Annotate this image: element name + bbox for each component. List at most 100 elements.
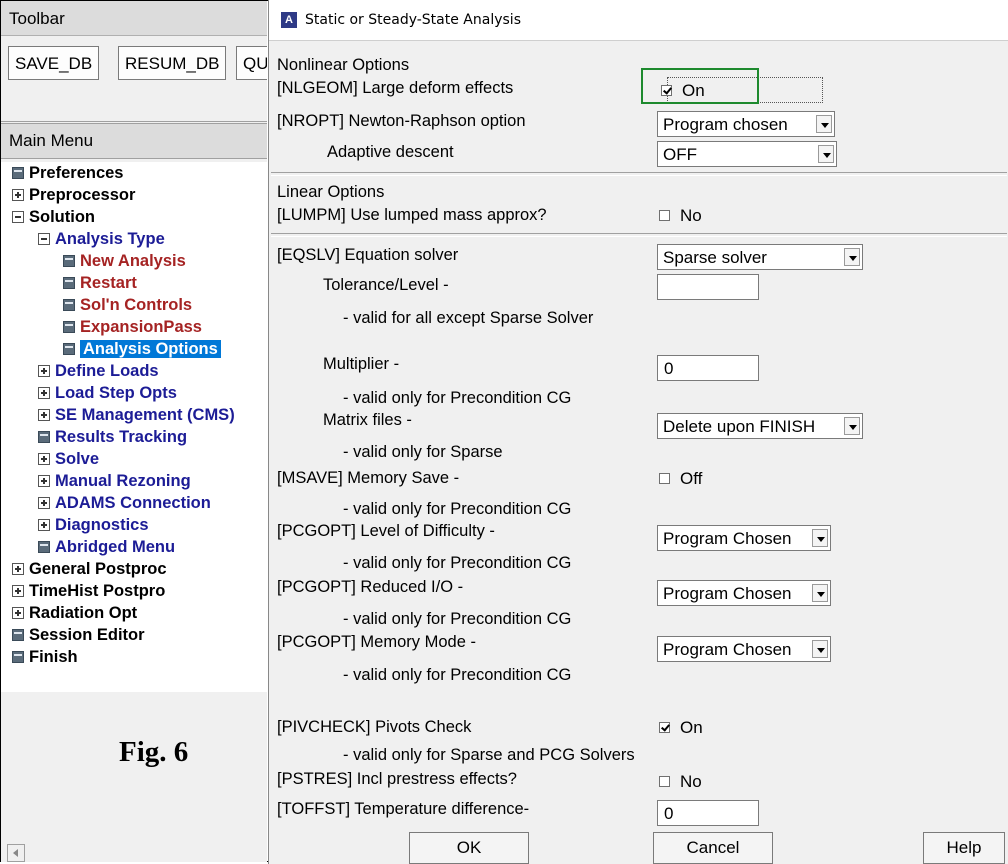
menu-item-session-editor[interactable]: Session Editor bbox=[12, 624, 145, 646]
chevron-down-icon bbox=[812, 640, 828, 658]
menu-item-radiation-opt[interactable]: Radiation Opt bbox=[12, 602, 137, 624]
menu-item-solution[interactable]: Solution bbox=[12, 206, 95, 228]
msave-note: - valid only for Precondition CG bbox=[343, 500, 572, 518]
toffst-label: [TOFFST] Temperature difference- bbox=[277, 800, 530, 818]
msave-checkbox[interactable]: Off bbox=[659, 469, 702, 489]
menu-item-finish[interactable]: Finish bbox=[12, 646, 78, 668]
menu-leaf-icon bbox=[12, 629, 24, 641]
menu-item-adams-connection[interactable]: ADAMS Connection bbox=[38, 492, 211, 514]
tolerance-note: - valid for all except Sparse Solver bbox=[343, 309, 594, 327]
expand-icon[interactable] bbox=[12, 563, 24, 575]
menu-item-se-management[interactable]: SE Management (CMS) bbox=[38, 404, 235, 426]
chevron-down-icon bbox=[818, 145, 834, 163]
toffst-input[interactable]: 0 bbox=[657, 800, 759, 826]
menu-item-analysis-options[interactable]: Analysis Options bbox=[63, 338, 221, 360]
menu-item-restart[interactable]: Restart bbox=[63, 272, 137, 294]
chevron-down-icon bbox=[812, 529, 828, 547]
expand-icon[interactable] bbox=[38, 497, 50, 509]
menu-item-results-tracking[interactable]: Results Tracking bbox=[38, 426, 187, 448]
menu-leaf-icon bbox=[63, 343, 75, 355]
left-panel: Toolbar SAVE_DB RESUM_DB QU Main Menu Pr… bbox=[1, 1, 267, 862]
menu-item-general-postproc[interactable]: General Postproc bbox=[12, 558, 167, 580]
toolbar-area: SAVE_DB RESUM_DB QU bbox=[1, 36, 267, 122]
quit-button[interactable]: QU bbox=[236, 46, 267, 80]
main-menu-title: Main Menu bbox=[9, 131, 94, 150]
pcgopt-mem-dropdown[interactable]: Program Chosen bbox=[657, 636, 831, 662]
pcgopt-level-label: [PCGOPT] Level of Difficulty - bbox=[277, 522, 495, 540]
pcgopt-level-dropdown[interactable]: Program Chosen bbox=[657, 525, 831, 551]
menu-leaf-icon bbox=[12, 167, 24, 179]
lumpm-label: [LUMPM] Use lumped mass approx? bbox=[277, 206, 547, 224]
pivcheck-label: [PIVCHECK] Pivots Check bbox=[277, 718, 472, 736]
expand-icon[interactable] bbox=[38, 365, 50, 377]
expand-icon[interactable] bbox=[12, 607, 24, 619]
tolerance-input[interactable] bbox=[657, 274, 759, 300]
checkbox-checked-icon bbox=[659, 722, 670, 733]
matrix-files-dropdown[interactable]: Delete upon FINISH bbox=[657, 413, 863, 439]
menu-item-timehist-postpro[interactable]: TimeHist Postpro bbox=[12, 580, 165, 602]
eqslv-label: [EQSLV] Equation solver bbox=[277, 246, 459, 264]
analysis-dialog: A Static or Steady-State Analysis Nonlin… bbox=[268, 0, 1008, 864]
nropt-dropdown[interactable]: Program chosen bbox=[657, 111, 835, 137]
expand-icon[interactable] bbox=[38, 519, 50, 531]
chevron-down-icon bbox=[816, 115, 832, 133]
expand-icon[interactable] bbox=[38, 387, 50, 399]
linear-options-header: Linear Options bbox=[277, 183, 385, 201]
pcgopt-io-note: - valid only for Precondition CG bbox=[343, 610, 572, 628]
lumpm-checkbox[interactable]: No bbox=[659, 206, 702, 226]
pstres-label: [PSTRES] Incl prestress effects? bbox=[277, 770, 517, 788]
figure-label: Fig. 6 bbox=[119, 736, 189, 768]
pivcheck-checkbox[interactable]: On bbox=[659, 718, 703, 738]
menu-item-analysis-type[interactable]: Analysis Type bbox=[38, 228, 165, 250]
menu-item-expansion-pass[interactable]: ExpansionPass bbox=[63, 316, 202, 338]
cancel-button[interactable]: Cancel bbox=[653, 832, 773, 864]
separator bbox=[271, 233, 1007, 237]
menu-item-diagnostics[interactable]: Diagnostics bbox=[38, 514, 149, 536]
main-menu-title-bar: Main Menu bbox=[1, 123, 267, 159]
pcgopt-io-label: [PCGOPT] Reduced I/O - bbox=[277, 578, 464, 596]
msave-label: [MSAVE] Memory Save - bbox=[277, 469, 460, 487]
pcgopt-level-note: - valid only for Precondition CG bbox=[343, 554, 572, 572]
pivcheck-note: - valid only for Sparse and PCG Solvers bbox=[343, 746, 635, 764]
collapse-icon[interactable] bbox=[12, 211, 24, 223]
help-button[interactable]: Help bbox=[923, 832, 1005, 864]
menu-leaf-icon bbox=[38, 541, 50, 553]
menu-item-preprocessor[interactable]: Preprocessor bbox=[12, 184, 135, 206]
separator bbox=[271, 172, 1007, 176]
eqslv-dropdown[interactable]: Sparse solver bbox=[657, 244, 863, 270]
pcgopt-mem-label: [PCGOPT] Memory Mode - bbox=[277, 633, 476, 651]
menu-item-manual-rezoning[interactable]: Manual Rezoning bbox=[38, 470, 191, 492]
menu-item-solve[interactable]: Solve bbox=[38, 448, 99, 470]
scroll-left-arrow-icon[interactable] bbox=[7, 844, 25, 862]
pcgopt-io-dropdown[interactable]: Program Chosen bbox=[657, 580, 831, 606]
multiplier-input[interactable]: 0 bbox=[657, 355, 759, 381]
tolerance-label: Tolerance/Level - bbox=[323, 276, 449, 294]
pstres-checkbox[interactable]: No bbox=[659, 772, 702, 792]
menu-item-abridged-menu[interactable]: Abridged Menu bbox=[38, 536, 175, 558]
resum-db-button[interactable]: RESUM_DB bbox=[118, 46, 227, 80]
ok-button[interactable]: OK bbox=[409, 832, 529, 864]
multiplier-note: - valid only for Precondition CG bbox=[343, 389, 572, 407]
expand-icon[interactable] bbox=[12, 585, 24, 597]
menu-item-define-loads[interactable]: Define Loads bbox=[38, 360, 159, 382]
expand-icon[interactable] bbox=[38, 475, 50, 487]
dialog-title: Static or Steady-State Analysis bbox=[305, 12, 521, 28]
chevron-down-icon bbox=[844, 248, 860, 266]
menu-item-soln-controls[interactable]: Sol'n Controls bbox=[63, 294, 192, 316]
menu-leaf-icon bbox=[63, 277, 75, 289]
checkbox-unchecked-icon bbox=[659, 473, 670, 484]
nropt-label: [NROPT] Newton-Raphson option bbox=[277, 112, 526, 130]
save-db-button[interactable]: SAVE_DB bbox=[8, 46, 100, 80]
expand-icon[interactable] bbox=[38, 409, 50, 421]
adaptive-descent-dropdown[interactable]: OFF bbox=[657, 141, 837, 167]
menu-item-new-analysis[interactable]: New Analysis bbox=[63, 250, 186, 272]
chevron-down-icon bbox=[812, 584, 828, 602]
collapse-icon[interactable] bbox=[38, 233, 50, 245]
adaptive-descent-label: Adaptive descent bbox=[327, 143, 454, 161]
menu-leaf-icon bbox=[63, 255, 75, 267]
expand-icon[interactable] bbox=[12, 189, 24, 201]
menu-item-preferences[interactable]: Preferences bbox=[12, 162, 123, 184]
expand-icon[interactable] bbox=[38, 453, 50, 465]
menu-item-load-step-opts[interactable]: Load Step Opts bbox=[38, 382, 177, 404]
nonlinear-options-header: Nonlinear Options bbox=[277, 56, 410, 74]
